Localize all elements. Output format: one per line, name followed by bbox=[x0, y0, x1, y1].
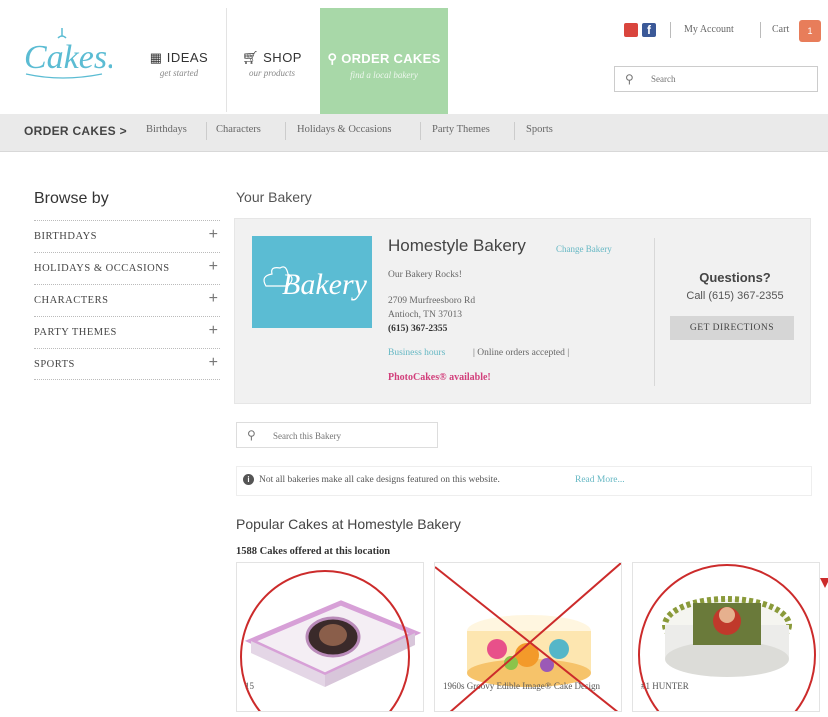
read-more-link[interactable]: Read More... bbox=[575, 475, 625, 485]
nav-divider bbox=[226, 8, 227, 112]
plus-icon[interactable]: + bbox=[209, 258, 218, 276]
bakery-logo-text: Bakery bbox=[282, 268, 368, 301]
bakery-phone: (615) 367-2355 bbox=[388, 324, 448, 334]
plus-icon[interactable]: + bbox=[209, 322, 218, 340]
cake-card[interactable]: 1960s Groovy Edible Image® Cake Design bbox=[434, 562, 622, 712]
nav-shop-sub: our products bbox=[249, 68, 295, 78]
sidebar-item-birthdays[interactable]: BIRTHDAYS + bbox=[34, 220, 220, 252]
nav-ideas-label: IDEAS bbox=[166, 50, 209, 65]
sidebar-item-characters[interactable]: CHARACTERS + bbox=[34, 284, 220, 316]
plus-icon[interactable]: + bbox=[209, 354, 218, 372]
cake-caption: 15 bbox=[245, 681, 254, 691]
business-hours-link[interactable]: Business hours bbox=[388, 348, 445, 358]
cakes-logo[interactable]: Cakes.com bbox=[22, 26, 112, 86]
nav-ideas-sub: get started bbox=[159, 68, 199, 78]
your-bakery-heading: Your Bakery bbox=[236, 189, 312, 205]
category-link-characters[interactable]: Characters bbox=[216, 124, 261, 135]
nav-ideas[interactable]: ▦ IDEAS get started bbox=[134, 50, 224, 78]
online-orders-text: | Online orders accepted | bbox=[473, 348, 570, 358]
category-link-holidays[interactable]: Holidays & Occasions bbox=[297, 124, 392, 135]
category-bar-title[interactable]: ORDER CAKES > bbox=[24, 124, 127, 138]
category-separator bbox=[285, 122, 286, 140]
plus-icon[interactable]: + bbox=[209, 226, 218, 244]
logo-text: Cakes.com bbox=[24, 39, 112, 76]
search-input[interactable] bbox=[651, 71, 811, 87]
plus-icon[interactable]: + bbox=[209, 290, 218, 308]
notice-bar: i Not all bakeries make all cake designs… bbox=[236, 466, 812, 496]
search-icon[interactable]: ⚲ bbox=[247, 428, 256, 443]
photocakes-badge: PhotoCakes® available! bbox=[388, 372, 491, 383]
info-icon: i bbox=[243, 474, 254, 485]
nav-order-label: ORDER CAKES bbox=[341, 51, 441, 66]
cakes-offered-count: 1588 Cakes offered at this location bbox=[236, 546, 391, 557]
category-separator bbox=[206, 122, 207, 140]
bakery-address-line2: Antioch, TN 37013 bbox=[388, 310, 462, 320]
annotation-arrow bbox=[820, 578, 828, 588]
bakery-logo: Bakery bbox=[252, 236, 372, 328]
grid-icon: ▦ bbox=[149, 50, 163, 65]
nav-order-sub: find a local bakery bbox=[350, 70, 418, 80]
nav-order-cakes[interactable]: ⚲ ORDER CAKES find a local bakery bbox=[320, 8, 448, 114]
change-bakery-link[interactable]: Change Bakery bbox=[556, 244, 612, 254]
questions-call: Call (615) 367-2355 bbox=[686, 290, 784, 302]
facebook-icon[interactable]: f bbox=[642, 23, 656, 37]
bakery-name: Homestyle Bakery bbox=[388, 236, 526, 255]
sidebar-item-party-themes[interactable]: PARTY THEMES + bbox=[34, 316, 220, 348]
youtube-icon[interactable] bbox=[624, 23, 638, 37]
get-directions-button[interactable]: GET DIRECTIONS bbox=[670, 316, 794, 340]
category-link-sports[interactable]: Sports bbox=[526, 124, 553, 135]
search-icon[interactable]: ⚲ bbox=[625, 72, 634, 87]
cake-card[interactable]: #1 HUNTER bbox=[632, 562, 820, 712]
questions-title: Questions? bbox=[699, 270, 771, 285]
browse-title: Browse by bbox=[34, 190, 109, 207]
cart-link[interactable]: Cart bbox=[772, 24, 789, 35]
my-account-link[interactable]: My Account bbox=[684, 24, 734, 35]
nav-shop-label: SHOP bbox=[263, 50, 302, 65]
sidebar-divider bbox=[34, 379, 220, 380]
site-search: ⚲ bbox=[614, 66, 818, 92]
pin-icon: ⚲ bbox=[327, 51, 338, 66]
sidebar-item-holidays[interactable]: HOLIDAYS & OCCASIONS + bbox=[34, 252, 220, 284]
panel-divider bbox=[654, 238, 655, 386]
cart-count-icon[interactable]: 1 bbox=[799, 20, 821, 42]
cake-caption: 1960s Groovy Edible Image® Cake Design bbox=[443, 681, 601, 691]
nav-shop[interactable]: 🛒︎ SHOP our products bbox=[232, 50, 312, 78]
category-link-birthdays[interactable]: Birthdays bbox=[146, 124, 187, 135]
bakery-search: ⚲ bbox=[236, 422, 438, 448]
cart-icon: 🛒︎ bbox=[242, 50, 260, 65]
cake-card[interactable]: 15 bbox=[236, 562, 424, 712]
bakery-address-line1: 2709 Murfreesboro Rd bbox=[388, 296, 476, 306]
popular-title: Popular Cakes at Homestyle Bakery bbox=[236, 516, 461, 532]
category-link-party-themes[interactable]: Party Themes bbox=[432, 124, 490, 135]
sidebar-item-label: CHARACTERS bbox=[34, 295, 109, 306]
header-separator bbox=[760, 22, 761, 38]
sidebar-item-sports[interactable]: SPORTS + bbox=[34, 348, 220, 380]
sidebar-item-label: PARTY THEMES bbox=[34, 327, 117, 338]
category-separator bbox=[420, 122, 421, 140]
bakery-search-input[interactable] bbox=[273, 428, 433, 444]
sidebar-item-label: SPORTS bbox=[34, 359, 75, 370]
sidebar-item-label: HOLIDAYS & OCCASIONS bbox=[34, 263, 170, 274]
header-separator bbox=[670, 22, 671, 38]
notice-text: Not all bakeries make all cake designs f… bbox=[259, 475, 500, 485]
category-separator bbox=[514, 122, 515, 140]
cake-caption: #1 HUNTER bbox=[641, 681, 689, 691]
bakery-tagline: Our Bakery Rocks! bbox=[388, 270, 462, 280]
sidebar-item-label: BIRTHDAYS bbox=[34, 231, 97, 242]
